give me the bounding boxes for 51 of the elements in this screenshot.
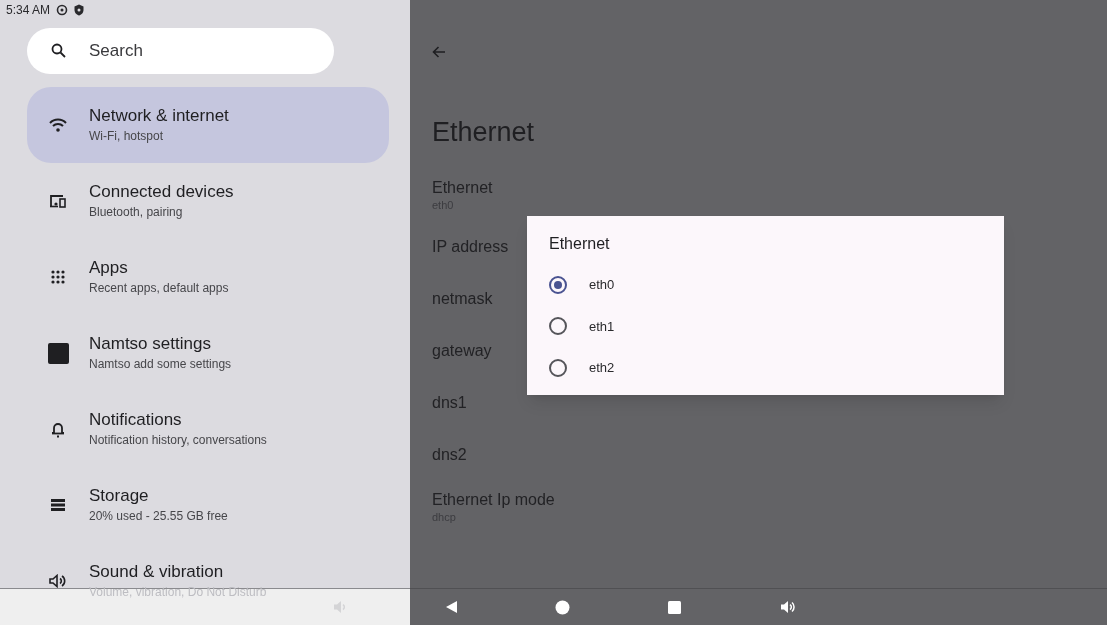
option-label: eth1 bbox=[589, 317, 615, 336]
wifi-icon bbox=[49, 118, 67, 132]
settings-category[interactable]: Namtso settings Namtso add some settings bbox=[27, 315, 389, 391]
option-label: eth0 bbox=[589, 276, 615, 294]
category-title: Namtso settings bbox=[89, 333, 212, 355]
storage-icon bbox=[50, 498, 66, 512]
recents-icon[interactable] bbox=[668, 600, 681, 614]
radio-option[interactable]: eth1 bbox=[549, 305, 982, 347]
settings-category[interactable]: Network & internet Wi-Fi, hotspot bbox=[27, 87, 389, 163]
option-label: eth2 bbox=[589, 359, 615, 377]
bell-icon bbox=[51, 420, 65, 438]
settings-category[interactable]: Connected devices Bluetooth, pairing bbox=[27, 163, 389, 239]
category-title: Network & internet bbox=[89, 105, 229, 127]
category-subtitle: Bluetooth, pairing bbox=[89, 204, 184, 221]
category-title: Apps bbox=[89, 257, 129, 279]
category-title: Sound & vibration bbox=[89, 561, 225, 583]
category-title: Connected devices bbox=[89, 181, 234, 203]
preference-title: dns1 bbox=[432, 393, 467, 413]
app-grid-icon bbox=[51, 270, 65, 284]
settings-category[interactable]: Storage 20% used - 25.55 GB free bbox=[27, 467, 389, 543]
status-time: 5:34 AM bbox=[6, 2, 51, 19]
category-subtitle: 20% used - 25.55 GB free bbox=[89, 508, 228, 525]
search-icon bbox=[51, 43, 66, 58]
radio-option[interactable]: eth0 bbox=[549, 264, 982, 306]
category-title: Notifications bbox=[89, 409, 183, 431]
category-subtitle: Notification history, conversations bbox=[89, 432, 267, 449]
preference-title: Ethernet bbox=[432, 178, 493, 198]
category-subtitle: Namtso add some settings bbox=[89, 356, 232, 373]
speaker-icon bbox=[49, 574, 67, 588]
devices-icon bbox=[49, 194, 67, 208]
category-subtitle: Recent apps, default apps bbox=[89, 280, 229, 297]
gear-icon bbox=[56, 4, 69, 16]
square-icon bbox=[47, 342, 69, 364]
back-arrow-icon[interactable] bbox=[432, 46, 446, 58]
preference-title: dns2 bbox=[432, 445, 467, 465]
category-title: Storage bbox=[89, 485, 150, 507]
radio-button[interactable] bbox=[549, 317, 567, 336]
search-field[interactable]: Search bbox=[27, 28, 334, 74]
radio-option[interactable]: eth2 bbox=[549, 347, 982, 389]
category-subtitle: Wi-Fi, hotspot bbox=[89, 128, 164, 145]
dialog-title: Ethernet bbox=[549, 234, 611, 254]
home-icon[interactable] bbox=[555, 599, 570, 615]
back-icon[interactable] bbox=[445, 600, 458, 614]
page-title: Ethernet bbox=[432, 116, 536, 149]
volume-icon[interactable] bbox=[780, 600, 796, 614]
preference-title: Ethernet Ip mode bbox=[432, 490, 555, 510]
shield-icon bbox=[74, 4, 85, 16]
radio-button[interactable] bbox=[549, 358, 567, 377]
settings-category[interactable]: Apps Recent apps, default apps bbox=[27, 239, 389, 315]
radio-button[interactable] bbox=[549, 275, 567, 294]
settings-category[interactable]: Notifications Notification history, conversations bbox=[27, 391, 389, 467]
